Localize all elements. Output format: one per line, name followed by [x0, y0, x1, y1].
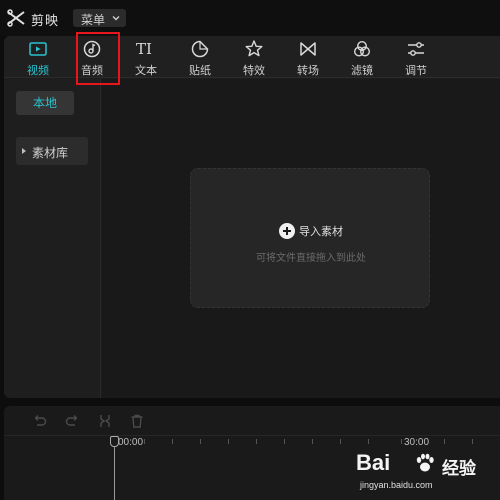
tab-adjust[interactable]: 调节 — [394, 36, 438, 78]
tab-filter[interactable]: 滤镜 — [340, 36, 384, 78]
capcut-logo-icon — [7, 9, 25, 27]
tab-sticker-label: 贴纸 — [189, 65, 211, 77]
media-sidebar: 本地 素材库 — [4, 79, 101, 398]
timecode-start: 00:00 — [118, 437, 144, 448]
tab-text[interactable]: TI 文本 — [124, 36, 168, 78]
split-icon[interactable] — [97, 413, 113, 429]
watermark-brand: Bai — [356, 450, 391, 475]
adjust-icon — [408, 42, 424, 56]
tab-effects[interactable]: 特效 — [232, 36, 276, 78]
import-dropzone[interactable]: 导入素材 可将文件直接拖入到此处 — [190, 168, 430, 308]
tab-text-label: 文本 — [135, 65, 157, 77]
svg-text:TI: TI — [136, 40, 152, 58]
watermark-brand2: 经验 — [442, 459, 476, 478]
tab-transition-label: 转场 — [297, 65, 319, 77]
baidu-watermark: Bai 经验 jingyan.baidu.com — [356, 448, 500, 498]
sidebar-item-library-label: 素材库 — [32, 146, 69, 160]
tab-video[interactable]: 视频 — [16, 36, 60, 78]
sticker-icon — [191, 40, 209, 58]
drop-hint: 可将文件直接拖入到此处 — [256, 253, 366, 264]
import-label: 导入素材 — [299, 226, 343, 238]
menu-label: 菜单 — [81, 13, 106, 27]
menu-button[interactable]: 菜单 — [73, 9, 126, 27]
effects-icon — [245, 40, 263, 57]
media-panel: 视频 音频 TI 文本 贴纸 特效 转场 滤镜 调节 本地 素材库 导入素材 可… — [4, 36, 500, 398]
transition-icon — [300, 42, 316, 56]
tab-video-label: 视频 — [27, 65, 49, 77]
paw-icon — [416, 453, 434, 472]
timecode-30: 30:00 — [404, 437, 430, 448]
title-bar: 剪映 菜单 — [0, 0, 500, 36]
tab-sticker[interactable]: 贴纸 — [178, 36, 222, 78]
watermark-url: jingyan.baidu.com — [360, 480, 433, 490]
sidebar-item-local[interactable]: 本地 — [16, 91, 74, 115]
plus-circle-icon — [279, 223, 295, 239]
redo-icon[interactable] — [64, 413, 80, 429]
timeline-toolbar — [4, 406, 500, 436]
video-icon — [29, 42, 47, 56]
tab-adjust-label: 调节 — [405, 65, 427, 77]
delete-icon[interactable] — [129, 413, 145, 429]
tab-filter-label: 滤镜 — [351, 65, 373, 77]
tab-transition[interactable]: 转场 — [286, 36, 330, 78]
chevron-down-icon — [112, 16, 120, 21]
media-main-area: 导入素材 可将文件直接拖入到此处 — [102, 79, 500, 398]
import-button[interactable]: 导入素材 — [191, 223, 431, 241]
playhead-handle[interactable] — [110, 436, 119, 447]
app-name: 剪映 — [31, 13, 60, 28]
sidebar-item-library[interactable]: 素材库 — [16, 137, 88, 165]
expand-triangle-icon — [22, 148, 26, 154]
text-icon: TI — [136, 40, 152, 58]
undo-icon[interactable] — [32, 413, 48, 429]
red-highlight-box — [76, 32, 120, 85]
tab-effects-label: 特效 — [243, 65, 265, 77]
filter-icon — [353, 40, 371, 57]
